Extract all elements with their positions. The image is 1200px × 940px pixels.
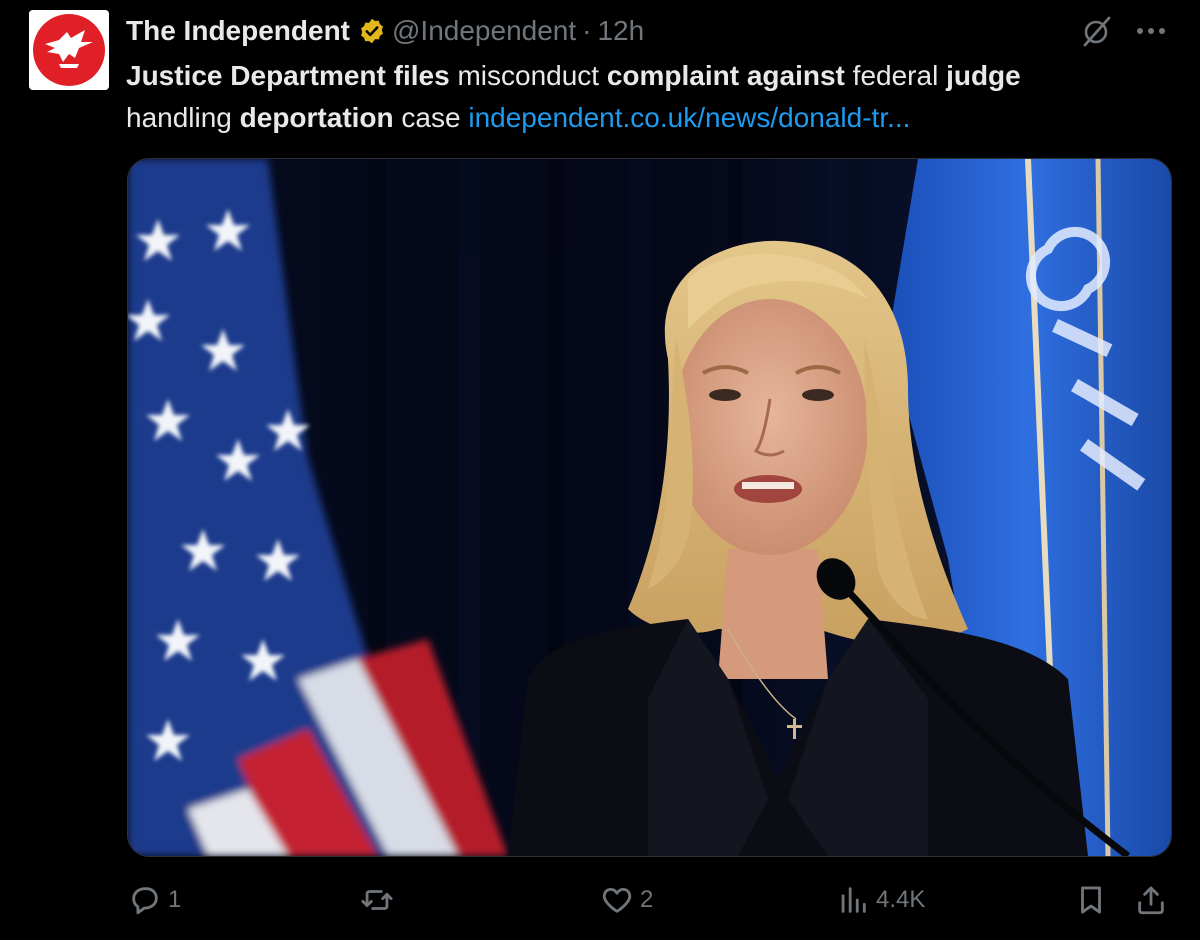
- author-display-name[interactable]: The Independent: [126, 15, 350, 47]
- text-bold-segment: Justice Department files: [126, 60, 450, 91]
- photo-illustration: [128, 159, 1171, 856]
- text-bold-segment: deportation: [239, 102, 394, 133]
- tweet-text: Justice Department files misconduct comp…: [126, 55, 1176, 139]
- more-icon[interactable]: [1136, 27, 1166, 35]
- tweet-photo[interactable]: [127, 158, 1172, 857]
- retweet-button[interactable]: [360, 875, 400, 925]
- tweet-header: The Independent @Independent · 12h: [126, 12, 644, 50]
- bookmark-icon: [1081, 886, 1101, 914]
- like-button[interactable]: 2: [600, 875, 653, 925]
- retweet-icon: [361, 890, 393, 910]
- text-bold-segment: complaint against: [606, 60, 845, 91]
- text-segment: federal: [844, 60, 947, 91]
- views-chart-icon: [841, 887, 866, 913]
- text-segment: case: [393, 102, 469, 133]
- tweet-timestamp[interactable]: 12h: [597, 15, 644, 47]
- text-segment: handling: [126, 102, 240, 133]
- heart-icon: [602, 887, 632, 913]
- bookmark-button[interactable]: [1074, 875, 1108, 925]
- author-avatar[interactable]: [29, 10, 109, 90]
- views-button[interactable]: 4.4K: [836, 875, 925, 925]
- tweet-actions: 1 2 4.4K: [0, 875, 1200, 925]
- share-button[interactable]: [1134, 875, 1168, 925]
- share-icon: [1138, 886, 1164, 915]
- verified-badge-icon[interactable]: [358, 17, 386, 45]
- views-count: 4.4K: [876, 886, 926, 913]
- reply-icon: [132, 887, 158, 915]
- reply-button[interactable]: 1: [128, 875, 181, 925]
- like-count: 2: [640, 886, 654, 913]
- article-link[interactable]: independent.co.uk/news/donald-tr...: [468, 102, 910, 133]
- text-segment: misconduct: [449, 60, 607, 91]
- author-handle[interactable]: @Independent: [392, 15, 576, 47]
- grok-icon[interactable]: [1080, 14, 1114, 48]
- independent-eagle-logo-icon: [29, 10, 109, 90]
- reply-count: 1: [168, 886, 182, 913]
- header-separator: ·: [582, 15, 592, 46]
- text-bold-segment: judge: [946, 60, 1021, 91]
